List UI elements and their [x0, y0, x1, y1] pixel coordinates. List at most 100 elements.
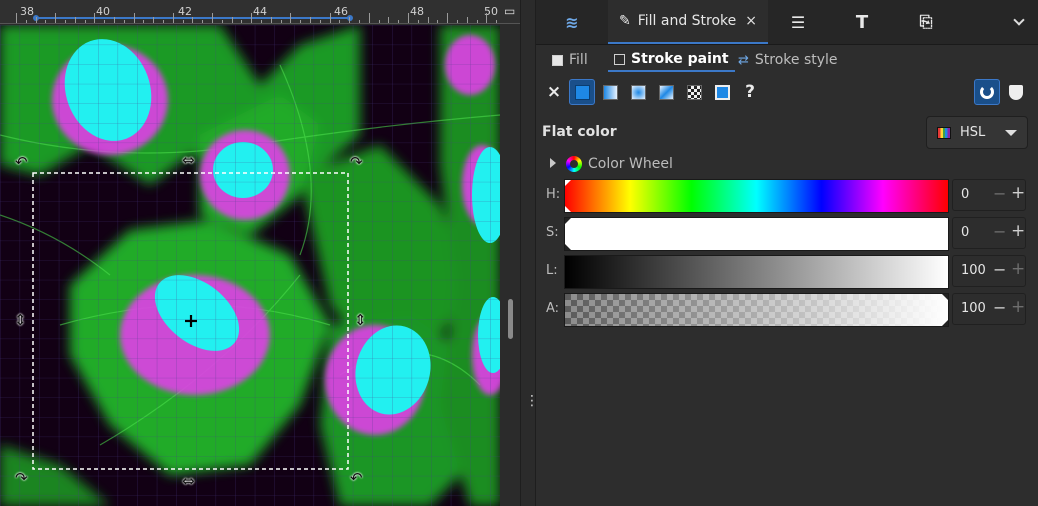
alpha-spinbox[interactable]: 100 − + [952, 293, 1026, 325]
linear-gradient-button[interactable] [597, 79, 623, 105]
skew-handle-left-icon[interactable]: ⇕ [14, 313, 27, 328]
skew-handle-right-icon[interactable]: ⇕ [354, 313, 367, 328]
ruler-tick [251, 13, 253, 23]
skew-handle-bottom-icon[interactable]: ⇔ [182, 474, 195, 489]
mesh-gradient-button[interactable] [653, 79, 679, 105]
tab-stroke-style-label: Stroke style [754, 52, 838, 68]
radial-gradient-icon [630, 84, 646, 100]
display-icon[interactable]: ▭ [504, 4, 515, 18]
fill-stroke-subtabs: Fill Stroke paint ⇄ Stroke style [536, 46, 1038, 74]
alpha-value[interactable]: 100 [961, 301, 986, 316]
saturation-spinbox[interactable]: 0 − + [952, 217, 1026, 249]
pattern-button[interactable] [681, 79, 707, 105]
cell-image[interactable] [0, 25, 500, 506]
stroke-style-icon: ⇄ [738, 52, 749, 68]
ruler-tick [319, 20, 321, 23]
dropdown-arrow-icon [1005, 130, 1017, 136]
ruler-corner[interactable]: ▭ [500, 0, 520, 24]
saturation-value[interactable]: 0 [961, 225, 969, 240]
decrement-icon[interactable]: − [993, 298, 1006, 317]
saturation-slider[interactable] [564, 217, 949, 251]
radial-gradient-button[interactable] [625, 79, 651, 105]
fill-rule-nonzero-button[interactable] [1003, 79, 1029, 105]
align-icon: ☰ [790, 12, 806, 32]
tab-stroke-paint[interactable]: Stroke paint [608, 48, 735, 72]
drawing-canvas[interactable]: ↶ ⇔ ↷ ⇕ ⇕ ↷ ⇔ ↶ [0, 25, 500, 506]
swatch-icon [714, 84, 730, 100]
canvas-area[interactable]: 38 40 42 44 46 48 50 ▭ ↶ ⇔ ↷ ⇕ ⇕ ↷ ⇔ ↶ [0, 0, 520, 506]
hue-value[interactable]: 0 [961, 187, 969, 202]
scrollbar-thumb[interactable] [508, 299, 513, 339]
swatch-button[interactable] [709, 79, 735, 105]
increment-icon[interactable]: + [1011, 297, 1025, 317]
no-paint-button[interactable]: × [541, 79, 567, 105]
ruler-tick [45, 20, 47, 23]
ruler-tick [261, 20, 262, 23]
text-icon: T [855, 11, 869, 33]
lightness-label: L: [546, 263, 558, 278]
ruler-tick [359, 20, 360, 23]
close-icon[interactable]: × [745, 13, 757, 29]
ruler-number: 48 [410, 5, 424, 18]
tab-stroke-paint-label: Stroke paint [631, 51, 729, 67]
increment-icon[interactable]: + [1011, 221, 1025, 241]
ruler-tick [94, 13, 96, 23]
ruler-tick [16, 13, 17, 23]
rotate-handle-tr-icon[interactable]: ↷ [350, 155, 363, 170]
ruler-tick [143, 20, 145, 23]
tab-text-font[interactable]: T [836, 0, 888, 44]
rotate-handle-tl-icon[interactable]: ↶ [15, 155, 28, 170]
increment-icon[interactable]: + [1011, 259, 1025, 279]
unset-paint-button[interactable]: ? [737, 79, 763, 105]
ruler-tick [231, 17, 233, 23]
color-mode-select[interactable]: HSL [926, 116, 1028, 149]
tab-fill[interactable]: Fill [546, 48, 594, 72]
tab-export[interactable]: ⎘ [900, 0, 952, 44]
tab-overflow-menu[interactable] [1004, 0, 1034, 44]
saturation-row: S: 0 − + [536, 216, 1038, 251]
tab-align-distribute[interactable]: ☰ [772, 0, 824, 44]
tab-layers-objects[interactable]: ≋ [542, 0, 602, 44]
ruler-tick [55, 13, 57, 23]
alpha-slider[interactable] [564, 293, 949, 327]
ruler-tick [241, 20, 243, 23]
dialog-tab-bar: ≋ ✎ Fill and Stroke × ☰ T ⎘ [536, 0, 1038, 45]
color-wheel-icon [566, 156, 582, 172]
rotate-handle-br-icon[interactable]: ↶ [350, 471, 363, 486]
flat-color-row: Flat color HSL [536, 115, 1038, 149]
decrement-icon[interactable]: − [993, 222, 1006, 241]
ruler-tick [290, 13, 292, 23]
rotate-handle-bl-icon[interactable]: ↷ [15, 471, 28, 486]
ruler-tick [221, 20, 223, 23]
ruler-tick [427, 17, 429, 23]
lightness-slider[interactable] [564, 255, 949, 289]
tab-fill-and-stroke[interactable]: ✎ Fill and Stroke × [608, 0, 768, 44]
hue-spinbox[interactable]: 0 − + [952, 179, 1026, 211]
fill-rule-nonzero-icon [1009, 84, 1023, 100]
flat-color-button[interactable] [569, 79, 595, 105]
ruler-tick [476, 20, 478, 23]
ruler-tick [349, 17, 351, 23]
fill-and-stroke-panel: ≋ ✎ Fill and Stroke × ☰ T ⎘ Fill Stroke … [536, 0, 1038, 506]
vertical-scrollbar[interactable] [500, 24, 520, 506]
ruler-tick [300, 20, 302, 23]
tab-stroke-style[interactable]: ⇄ Stroke style [732, 48, 844, 72]
ruler-tick [457, 20, 458, 23]
lightness-value[interactable]: 100 [961, 263, 986, 278]
export-icon: ⎘ [919, 12, 933, 31]
panel-divider[interactable]: ⋮ [520, 0, 539, 506]
skew-handle-top-icon[interactable]: ⇔ [182, 153, 195, 168]
decrement-icon[interactable]: − [993, 260, 1006, 279]
stroke-swatch-icon [614, 53, 625, 65]
increment-icon[interactable]: + [1011, 183, 1025, 203]
color-wheel-expander[interactable]: Color Wheel [536, 153, 1038, 175]
ruler-tick [123, 20, 125, 23]
fill-rule-evenodd-button[interactable] [974, 79, 1000, 105]
lightness-spinbox[interactable]: 100 − + [952, 255, 1026, 287]
expander-arrow-icon [550, 158, 556, 168]
linear-gradient-icon [602, 84, 618, 100]
decrement-icon[interactable]: − [993, 184, 1006, 203]
hue-slider[interactable] [564, 179, 949, 213]
ruler-tick [339, 20, 341, 23]
ruler-tick [329, 13, 331, 23]
